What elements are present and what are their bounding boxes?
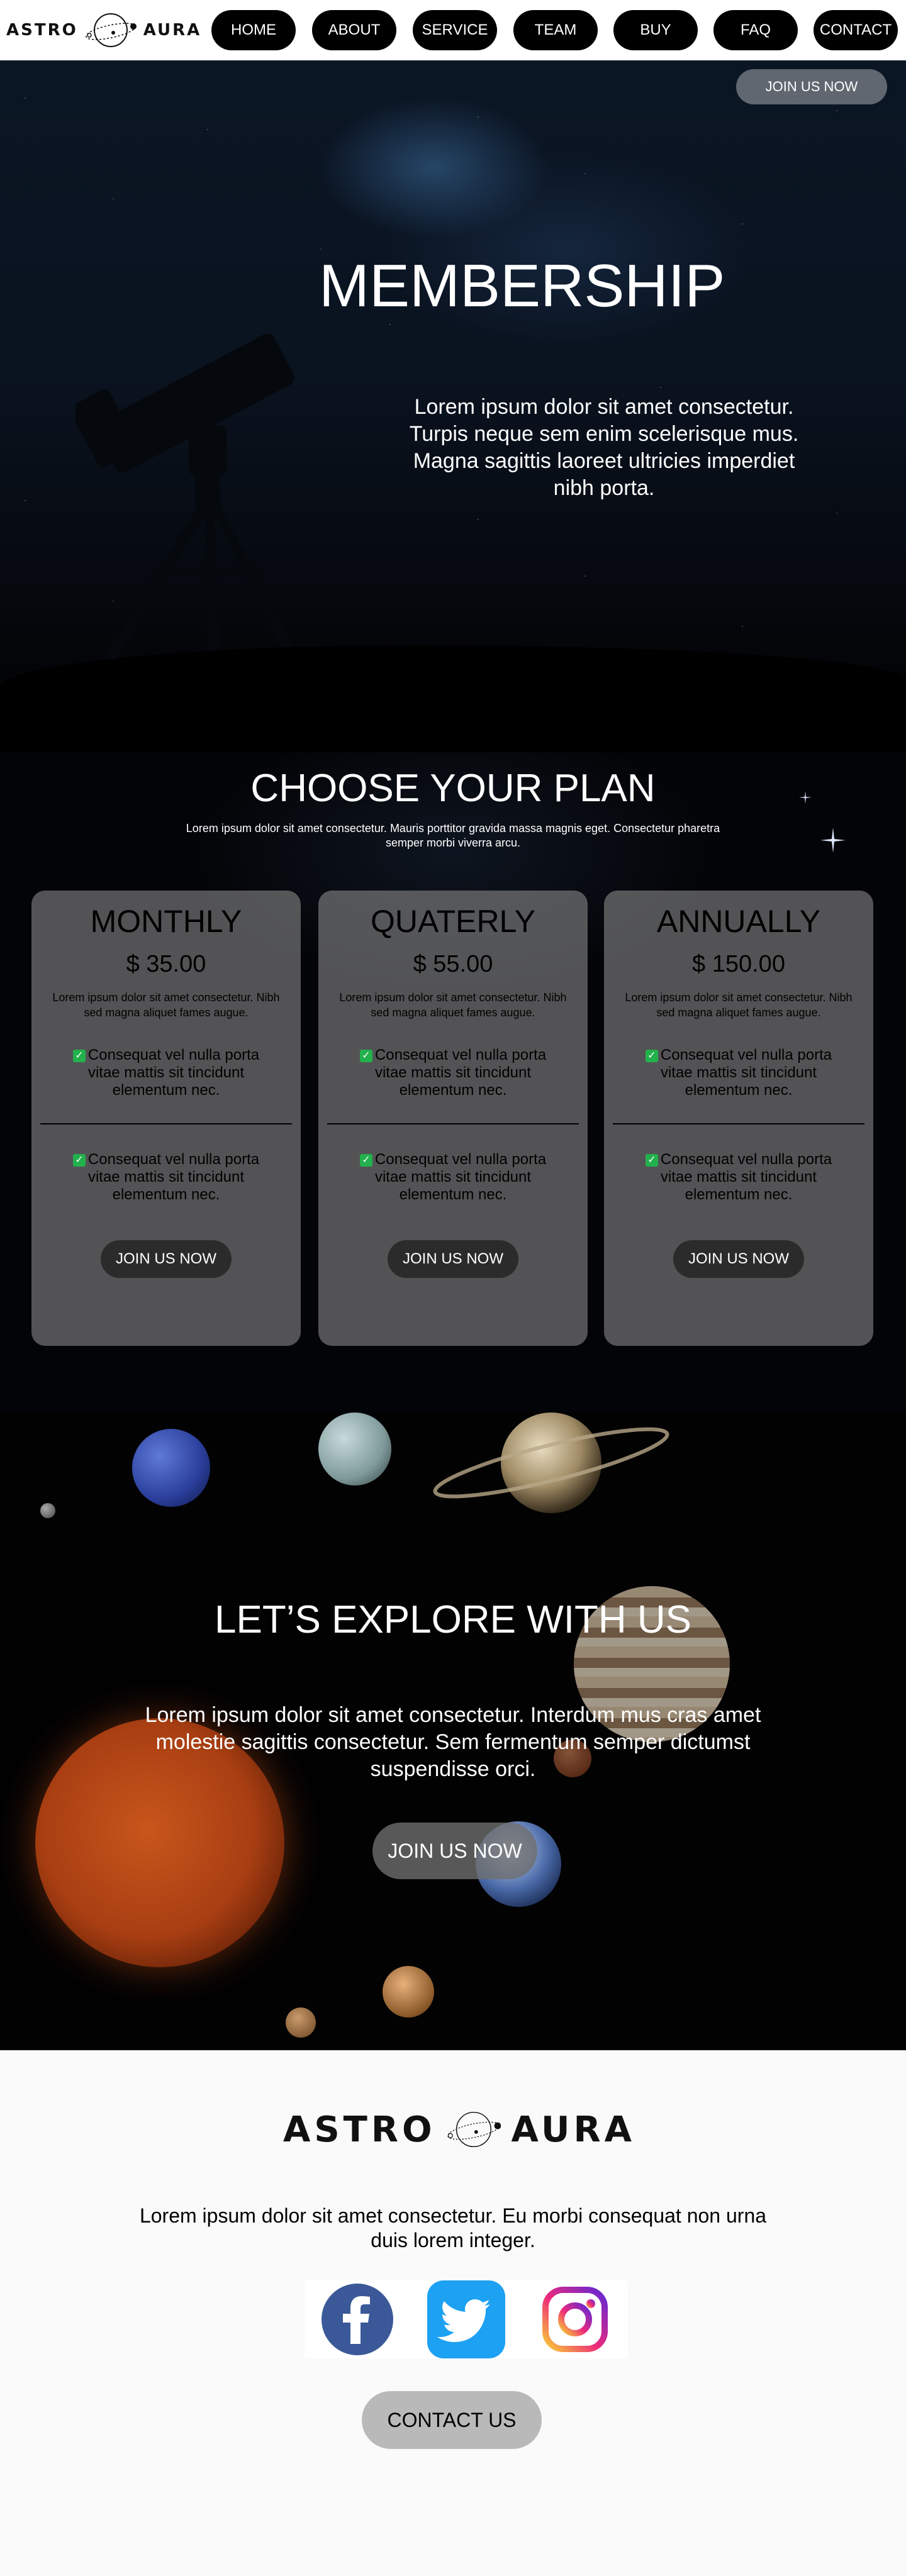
brand-word-right: AURA — [511, 2109, 635, 2150]
plan-feature: ✓ Consequat vel nulla porta vitae mattis … — [344, 1151, 562, 1204]
social-links — [305, 2280, 628, 2358]
plan-name: MONTHLY — [90, 904, 242, 939]
plan-card-monthly: MONTHLY $ 35.00 Lorem ipsum dolor sit am… — [31, 891, 301, 1346]
check-icon: ✓ — [359, 1050, 372, 1062]
twitter-icon[interactable] — [427, 2280, 505, 2358]
orbit-logo-icon — [447, 2111, 501, 2148]
mercury-planet-icon — [286, 2007, 316, 2038]
venus-planet-icon — [383, 1966, 434, 2018]
orbit-logo-icon — [85, 13, 137, 47]
plan-description: Lorem ipsum dolor sit amet consectetur. … — [52, 991, 280, 1019]
plan-description: Lorem ipsum dolor sit amet consectetur. … — [339, 991, 567, 1019]
telescope-silhouette-icon — [76, 333, 302, 664]
plan-feature-text: Consequat vel nulla porta vitae mattis s… — [660, 1046, 832, 1099]
join-us-top-button[interactable]: JOIN US NOW — [736, 69, 887, 104]
explore-description: Lorem ipsum dolor sit amet consectetur. … — [145, 1703, 761, 1781]
plan-feature-text: Consequat vel nulla porta vitae mattis s… — [660, 1151, 832, 1203]
join-us-annually-button[interactable]: JOIN US NOW — [673, 1240, 804, 1278]
nav-about[interactable]: ABOUT — [312, 10, 396, 50]
plans-title: CHOOSE YOUR PLAN — [250, 767, 656, 810]
nav-team[interactable]: TEAM — [513, 10, 598, 50]
plan-feature: ✓ Consequat vel nulla porta vitae mattis … — [629, 1046, 848, 1099]
brand-logo[interactable]: ASTRO AURA — [6, 13, 201, 48]
instagram-icon[interactable] — [539, 2284, 611, 2355]
divider — [327, 1123, 579, 1124]
plan-price: $ 150.00 — [692, 951, 785, 977]
brand-word-left: ASTRO — [6, 21, 78, 40]
plan-feature-text: Consequat vel nulla porta vitae mattis s… — [87, 1046, 260, 1099]
footer-brand-logo: ASTRO AURA — [283, 2085, 635, 2174]
moon-small-icon — [40, 1503, 55, 1518]
plan-price: $ 35.00 — [126, 951, 206, 977]
plan-feature-text: Consequat vel nulla porta vitae mattis s… — [87, 1151, 260, 1203]
check-icon: ✓ — [72, 1154, 86, 1167]
sparkle-star-icon — [820, 828, 846, 853]
join-us-monthly-button[interactable]: JOIN US NOW — [101, 1240, 232, 1278]
page-title: MEMBERSHIP — [319, 252, 725, 319]
nav-faq[interactable]: FAQ — [713, 10, 798, 50]
explore-title: LET’S EXPLORE WITH US — [215, 1598, 691, 1641]
plan-feature: ✓ Consequat vel nulla porta vitae mattis … — [344, 1046, 562, 1099]
divider — [40, 1123, 292, 1124]
uranus-planet-icon — [318, 1413, 391, 1485]
neptune-planet-icon — [132, 1429, 210, 1507]
join-us-quarterly-button[interactable]: JOIN US NOW — [388, 1240, 518, 1278]
plan-description: Lorem ipsum dolor sit amet consectetur. … — [625, 991, 853, 1019]
plan-price: $ 55.00 — [413, 951, 493, 977]
plan-card-quarterly: QUATERLY $ 55.00 Lorem ipsum dolor sit a… — [318, 891, 588, 1346]
nav-buy[interactable]: BUY — [613, 10, 698, 50]
check-icon: ✓ — [645, 1050, 658, 1062]
top-navbar: ASTRO AURA HOME ABOUT SERVICE TEAM BUY F… — [0, 0, 906, 60]
plan-feature: ✓ Consequat vel nulla porta vitae mattis … — [629, 1151, 848, 1204]
nav-contact[interactable]: CONTACT — [814, 10, 898, 50]
contact-us-button[interactable]: CONTACT US — [362, 2391, 542, 2449]
hill-silhouette — [0, 645, 906, 752]
check-icon: ✓ — [72, 1050, 86, 1062]
plans-subtitle: Lorem ipsum dolor sit amet consectetur. … — [186, 822, 720, 849]
join-us-explore-button[interactable]: JOIN US NOW — [372, 1823, 537, 1879]
check-icon: ✓ — [645, 1154, 658, 1167]
hero-description: Lorem ipsum dolor sit amet consectetur. … — [409, 395, 799, 500]
nav-service[interactable]: SERVICE — [413, 10, 497, 50]
check-icon: ✓ — [359, 1154, 372, 1167]
plan-feature-text: Consequat vel nulla porta vitae mattis s… — [374, 1151, 547, 1203]
nav-home[interactable]: HOME — [211, 10, 296, 50]
divider — [613, 1123, 864, 1124]
plan-name: ANNUALLY — [656, 904, 821, 939]
plan-feature-text: Consequat vel nulla porta vitae mattis s… — [374, 1046, 547, 1099]
plan-feature: ✓ Consequat vel nulla porta vitae mattis … — [57, 1151, 276, 1204]
plan-card-annually: ANNUALLY $ 150.00 Lorem ipsum dolor sit … — [604, 891, 873, 1346]
plan-feature: ✓ Consequat vel nulla porta vitae mattis … — [57, 1046, 276, 1099]
brand-word-left: ASTRO — [283, 2109, 436, 2150]
facebook-icon[interactable] — [322, 2284, 393, 2355]
plan-name: QUATERLY — [370, 904, 536, 939]
footer-description: Lorem ipsum dolor sit amet consectetur. … — [139, 2204, 767, 2251]
saturn-planet-icon — [433, 1413, 669, 1513]
brand-word-right: AURA — [143, 21, 202, 40]
